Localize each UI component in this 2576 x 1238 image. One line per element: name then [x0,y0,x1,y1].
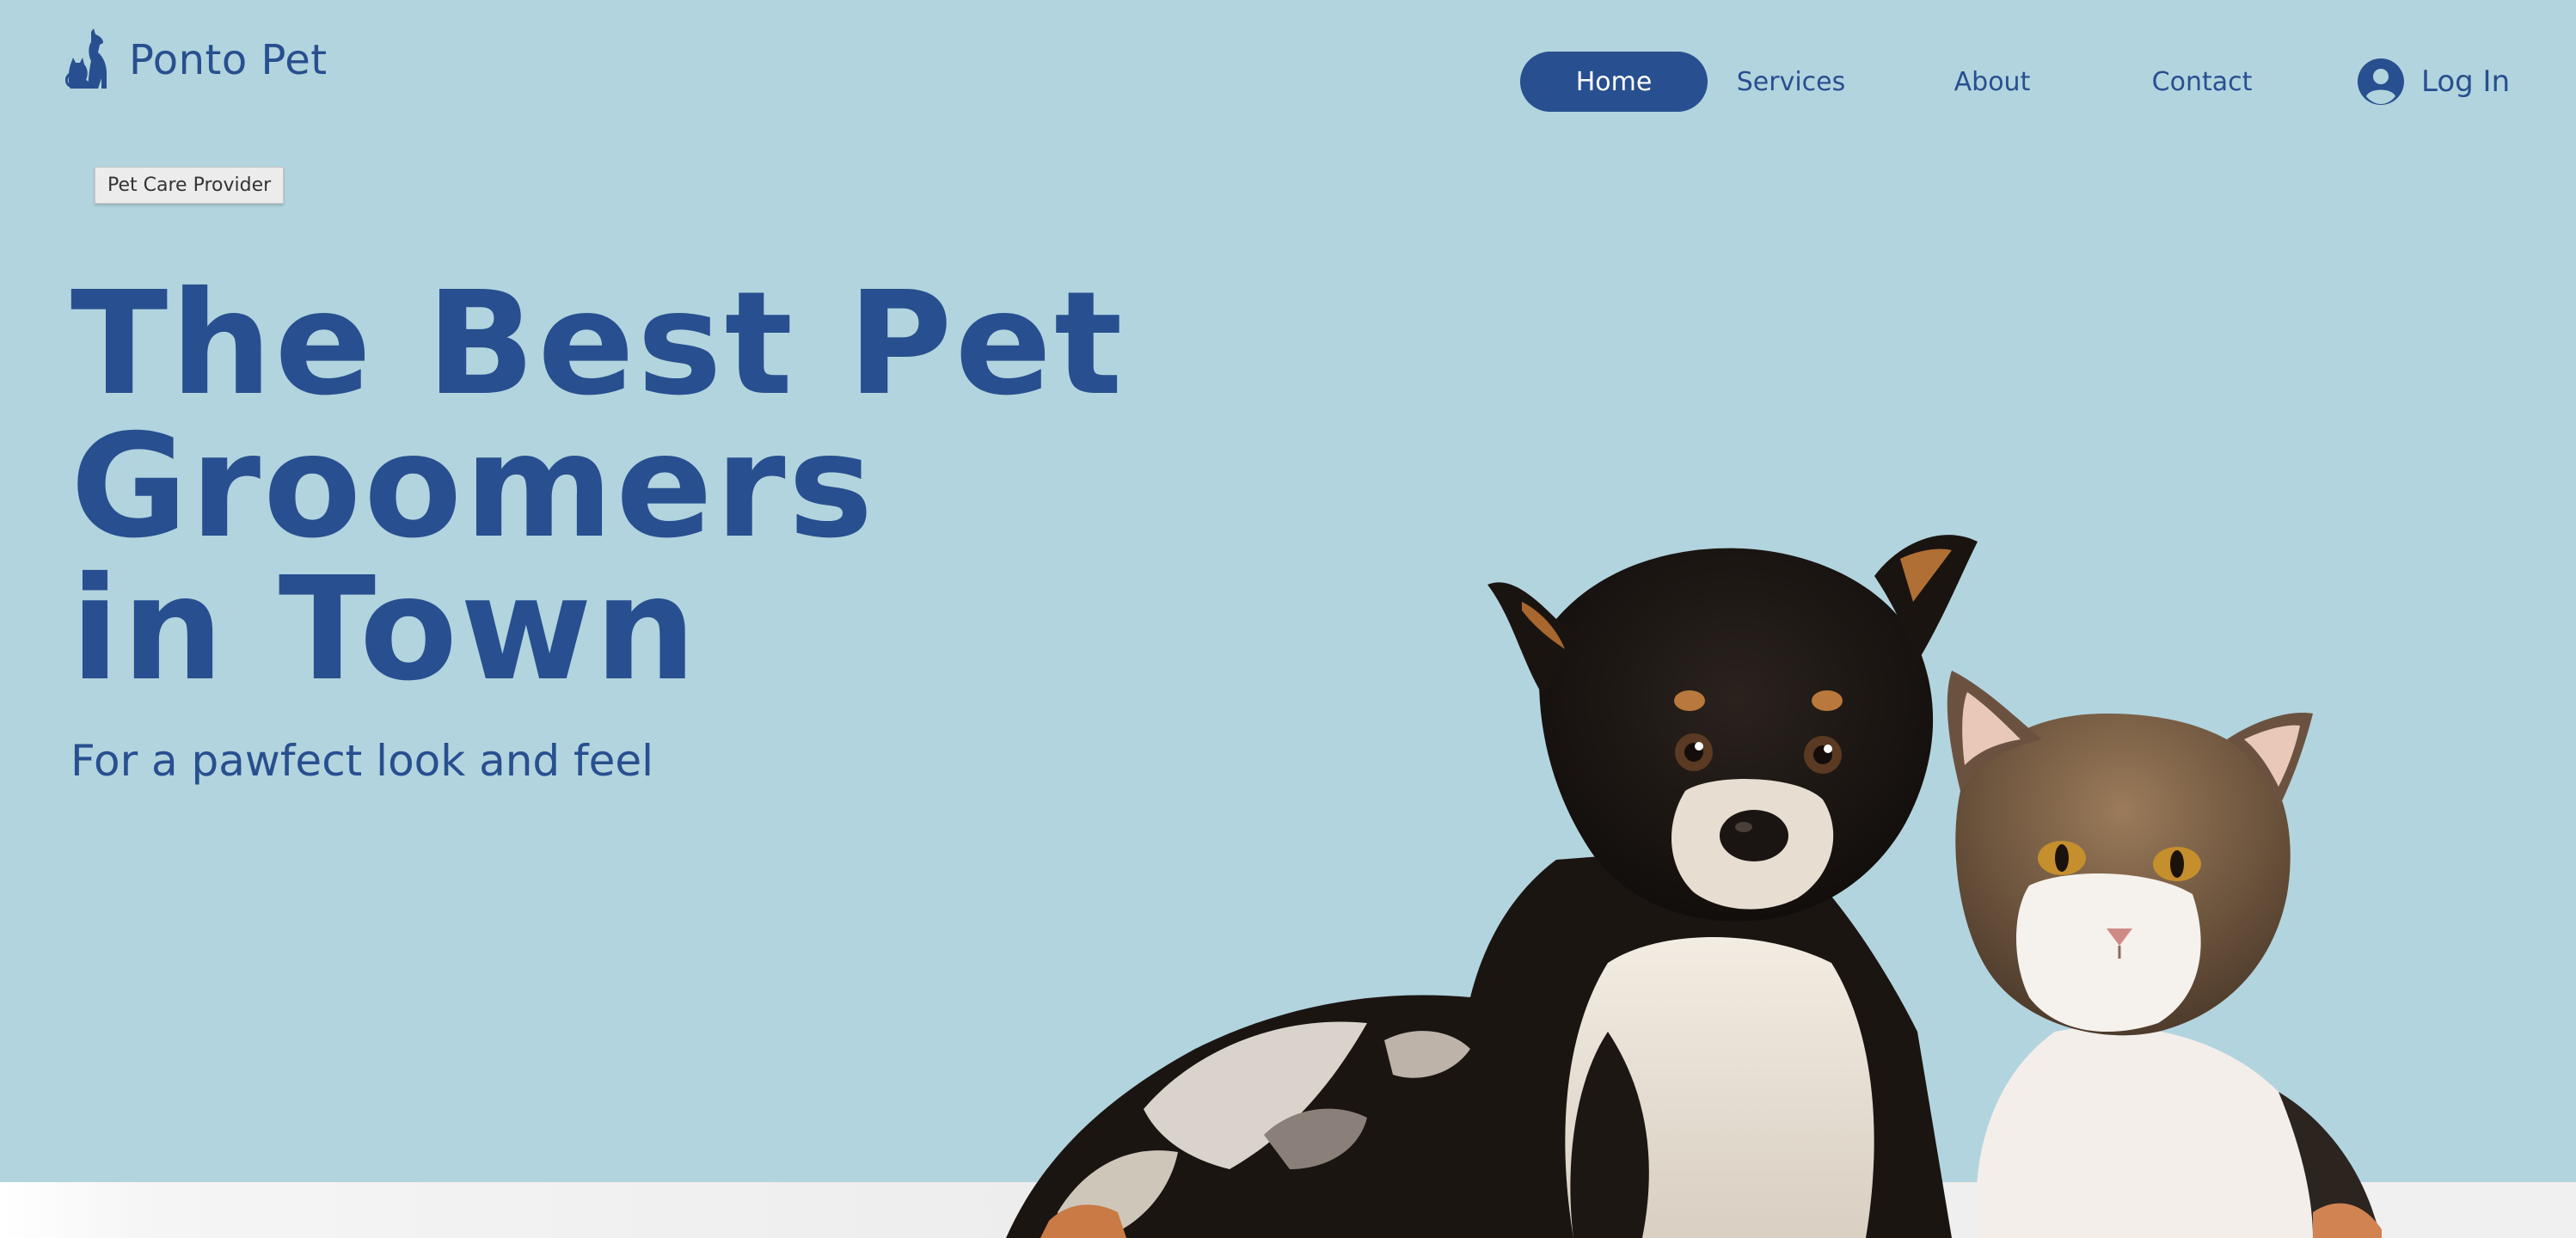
nav-item-contact-label: Contact [2151,66,2253,97]
nav-item-services-label: Services [1736,66,1846,97]
hero-title: The Best Pet Groomers in Town [71,273,1125,702]
user-avatar-icon [2358,58,2404,105]
nav-item-about[interactable]: About [1929,52,2055,112]
logo-text: Ponto Pet [129,36,328,84]
hero-title-line-3: in Town [71,547,699,713]
nav-item-contact[interactable]: Contact [2122,52,2282,112]
dog-and-cat-icon [65,28,107,89]
page: Ponto Pet Home Services About Contact Lo… [0,0,2576,1238]
pet-care-provider-badge: Pet Care Provider [95,167,285,204]
login-button[interactable]: Log In [2358,52,2510,112]
hero-title-line-2: Groomers [71,404,876,570]
nav-item-services[interactable]: Services [1716,52,1866,112]
nav-item-about-label: About [1953,66,2031,97]
hero-subtitle: For a pawfect look and feel [71,736,654,786]
nav-item-home[interactable]: Home [1520,52,1708,112]
site-logo[interactable]: Ponto Pet [65,28,328,93]
hero-title-line-1: The Best Pet [71,261,1125,427]
dog-and-cat-photo [1006,535,2382,1238]
nav-item-home-label: Home [1575,66,1653,97]
login-label: Log In [2421,64,2511,99]
